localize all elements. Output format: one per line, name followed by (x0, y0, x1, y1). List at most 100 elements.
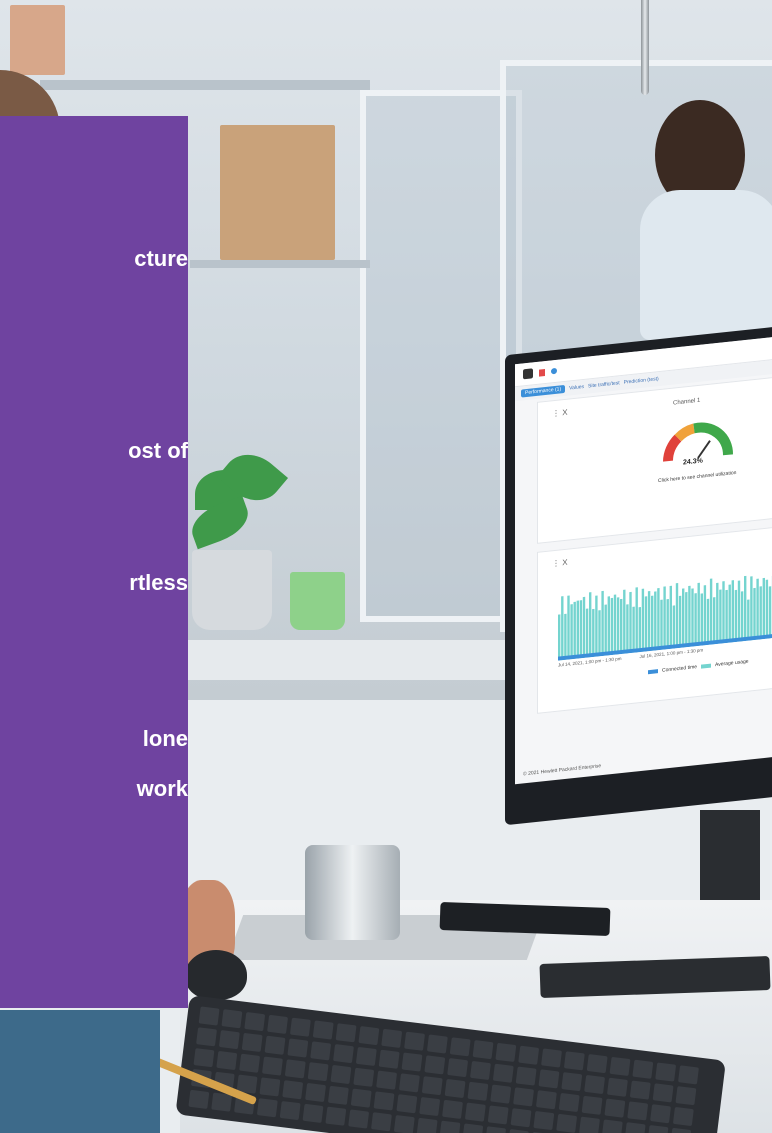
monitor-stand (700, 810, 760, 900)
usage-bar (744, 575, 747, 642)
usage-bar (644, 596, 648, 652)
keyboard-key (421, 1076, 443, 1096)
usage-bar (567, 595, 570, 660)
storage-box (10, 5, 65, 75)
keyboard-key (556, 1113, 578, 1133)
keyboard-key (211, 1092, 233, 1112)
keyboard-key (333, 1044, 354, 1064)
keyboard-key (439, 1120, 461, 1133)
usage-bar (706, 598, 710, 646)
keyboard-key (267, 1014, 289, 1034)
usage-bar (688, 585, 691, 647)
keyboard-key (561, 1072, 583, 1092)
keyboard-key (312, 1020, 334, 1040)
gauge-card: ⋮ X Channel 1 24.3% Click here to see ch… (537, 374, 772, 544)
usage-bar (762, 577, 766, 640)
usage-bar (768, 586, 772, 639)
usage-bar (623, 589, 626, 654)
keyboard-key (584, 1074, 606, 1095)
usage-bar (635, 587, 638, 653)
close-icon[interactable]: ⋮ X (552, 558, 568, 569)
keyboard-key (373, 1091, 395, 1111)
keyboard-key (672, 1106, 694, 1127)
keyboard-key (264, 1035, 286, 1055)
keyboard-key (472, 1040, 494, 1060)
keyboard-key (563, 1051, 585, 1071)
keyboard-key (188, 1089, 210, 1109)
usage-bar (719, 589, 722, 644)
keyboard-key (401, 1052, 423, 1072)
keyboard-key (538, 1069, 560, 1089)
tab-prediction[interactable]: Prediction (test) (624, 376, 659, 386)
keyboard-key (650, 1104, 672, 1124)
usage-bar (558, 614, 561, 661)
keyboard-key (426, 1034, 448, 1054)
tab-site-traffic[interactable]: Site traffic/test (588, 380, 620, 389)
keyboard-key (261, 1056, 283, 1076)
usage-bar (669, 585, 672, 649)
keyboard-key (449, 1037, 471, 1057)
tab-values[interactable]: Values (569, 384, 584, 392)
gauge-link[interactable]: Click here to see channel utilization (658, 470, 736, 484)
close-icon[interactable]: ⋮ X (552, 408, 568, 419)
usage-bar (564, 613, 567, 661)
hanging-pipette (641, 0, 649, 95)
keyboard-key (381, 1028, 403, 1049)
usage-bar (709, 578, 713, 645)
usage-bar (610, 597, 614, 656)
keyboard-key (579, 1116, 600, 1133)
usage-bar (722, 581, 725, 644)
keyboard-key (287, 1038, 309, 1058)
keyboard-key (655, 1062, 677, 1082)
keyboard-key (507, 1129, 529, 1133)
usage-bar (651, 595, 654, 651)
usage-bar (700, 593, 704, 646)
keyboard-key (378, 1049, 400, 1069)
keyboard-key (558, 1092, 580, 1113)
person-arm (0, 1010, 160, 1133)
usage-bar (579, 600, 583, 659)
keyboard-key (419, 1096, 441, 1117)
keyboard-key (358, 1026, 380, 1046)
legend-swatch (648, 669, 658, 675)
usage-bar (601, 590, 604, 657)
usage-bar (694, 593, 697, 647)
usage-bar (592, 608, 595, 658)
keyboard-key (335, 1023, 357, 1043)
keyboard-key (627, 1101, 649, 1121)
usage-bar (750, 576, 753, 641)
keyboard-key (470, 1060, 491, 1081)
panel-text-line: work (136, 776, 188, 801)
keyboard-key (632, 1059, 654, 1079)
keyboard-key (581, 1095, 603, 1115)
usage-bar (697, 582, 700, 647)
keyboard-key (404, 1031, 426, 1051)
keyboard-key (447, 1058, 469, 1078)
keyboard-key (198, 1006, 220, 1026)
keyboard-key (393, 1114, 415, 1133)
keyboard-key (305, 1082, 327, 1103)
keyboard-key (490, 1084, 512, 1104)
plant-pot (192, 550, 272, 630)
usage-bar (685, 592, 688, 648)
keyboard-key (510, 1108, 532, 1128)
keyboard-key (629, 1080, 651, 1100)
keyboard-key (485, 1126, 507, 1133)
usage-bar (713, 597, 716, 645)
keyboard-key (604, 1098, 626, 1118)
usage-bar (561, 596, 564, 661)
keyboard-key (442, 1099, 463, 1119)
keyboard-key (196, 1027, 217, 1047)
cardboard-box (220, 125, 335, 260)
keyboard-key (647, 1124, 669, 1133)
keyboard-key (279, 1100, 301, 1121)
keyboard-key (670, 1127, 692, 1133)
usage-bar (740, 591, 744, 642)
keyboard-key (218, 1030, 240, 1050)
keyboard-key (376, 1070, 398, 1090)
keyboard-key (652, 1083, 674, 1103)
keyboard-key (241, 1032, 263, 1053)
tab-performance[interactable]: Performance (1) (521, 384, 566, 398)
bar-card: ⋮ X Jul 14, 2021, 1:00 pm - 1:30 pm Jul … (537, 524, 772, 714)
usage-bar (641, 588, 645, 652)
